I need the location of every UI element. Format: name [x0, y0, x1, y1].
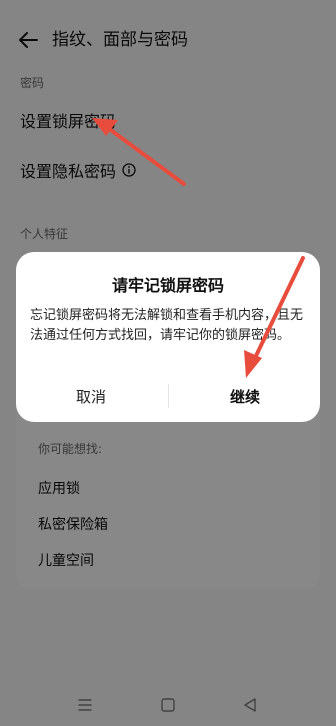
dialog-actions: 取消 继续 [16, 378, 320, 414]
dialog-message: 忘记锁屏密码将无法解锁和查看手机内容，且无法通过任何方式找回，请牢记你的锁屏密码… [30, 308, 304, 343]
confirm-dialog: 请牢记锁屏密码 忘记锁屏密码将无法解锁和查看手机内容，且无法通过任何方式找回，请… [16, 252, 320, 422]
cancel-button[interactable]: 取消 [16, 378, 166, 414]
button-divider [168, 384, 169, 408]
dialog-title: 请牢记锁屏密码 [111, 276, 224, 295]
continue-button[interactable]: 继续 [170, 378, 320, 414]
